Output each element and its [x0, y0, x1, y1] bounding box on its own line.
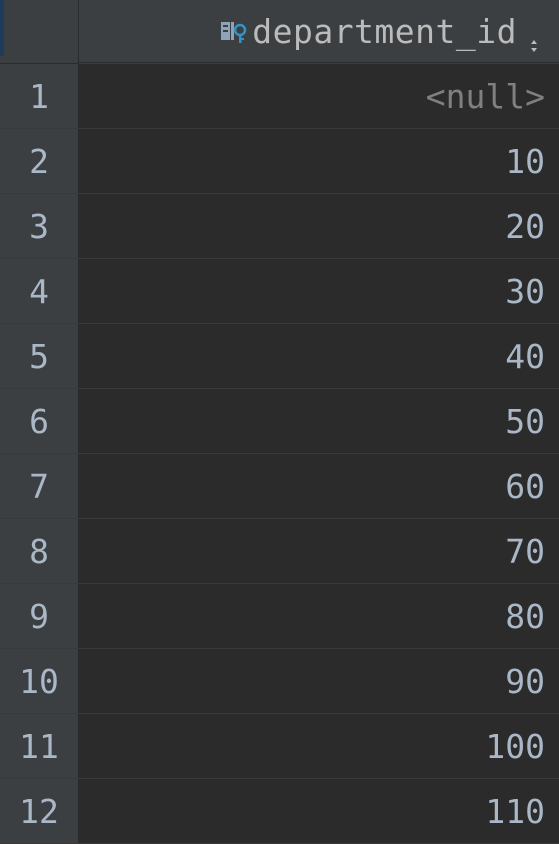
table-cell[interactable]: 30: [79, 259, 559, 323]
grid-header: department_id: [0, 0, 559, 64]
row-number[interactable]: 4: [0, 259, 79, 323]
row-number-header[interactable]: [0, 0, 79, 64]
table-row[interactable]: 10 90: [0, 649, 559, 714]
row-number[interactable]: 5: [0, 324, 79, 388]
result-grid: department_id 1 <null> 2 10 3 20 4 30 5 40 6 50 7 60 8…: [0, 0, 559, 844]
table-row[interactable]: 8 70: [0, 519, 559, 584]
null-cell[interactable]: <null>: [79, 64, 559, 128]
table-row[interactable]: 1 <null>: [0, 64, 559, 129]
row-number[interactable]: 1: [0, 64, 79, 128]
table-cell[interactable]: 90: [79, 649, 559, 713]
table-cell[interactable]: 20: [79, 194, 559, 258]
table-cell[interactable]: 10: [79, 129, 559, 193]
table-row[interactable]: 2 10: [0, 129, 559, 194]
table-row[interactable]: 9 80: [0, 584, 559, 649]
table-row[interactable]: 4 30: [0, 259, 559, 324]
sort-arrows-icon[interactable]: [529, 23, 539, 52]
table-cell[interactable]: 50: [79, 389, 559, 453]
row-number[interactable]: 7: [0, 454, 79, 518]
column-name: department_id: [252, 11, 517, 51]
table-row[interactable]: 5 40: [0, 324, 559, 389]
selection-edge: [0, 0, 4, 56]
row-number[interactable]: 6: [0, 389, 79, 453]
table-cell[interactable]: 60: [79, 454, 559, 518]
table-row[interactable]: 7 60: [0, 454, 559, 519]
table-cell[interactable]: 100: [79, 714, 559, 778]
table-cell[interactable]: 40: [79, 324, 559, 388]
row-number[interactable]: 3: [0, 194, 79, 258]
row-number[interactable]: 9: [0, 584, 79, 648]
column-key-icon: [218, 16, 248, 46]
table-row[interactable]: 12 110: [0, 779, 559, 844]
table-row[interactable]: 6 50: [0, 389, 559, 454]
column-header-department-id[interactable]: department_id: [79, 0, 559, 63]
table-row[interactable]: 11 100: [0, 714, 559, 779]
grid-rows: 1 <null> 2 10 3 20 4 30 5 40 6 50 7 60 8 70 9 80 10 90 11 100…: [0, 64, 559, 844]
row-number[interactable]: 2: [0, 129, 79, 193]
table-cell[interactable]: 70: [79, 519, 559, 583]
table-cell[interactable]: 80: [79, 584, 559, 648]
table-cell[interactable]: 110: [79, 779, 559, 843]
row-number[interactable]: 8: [0, 519, 79, 583]
table-row[interactable]: 3 20: [0, 194, 559, 259]
row-number[interactable]: 11: [0, 714, 79, 778]
row-number[interactable]: 10: [0, 649, 79, 713]
row-number[interactable]: 12: [0, 779, 79, 843]
